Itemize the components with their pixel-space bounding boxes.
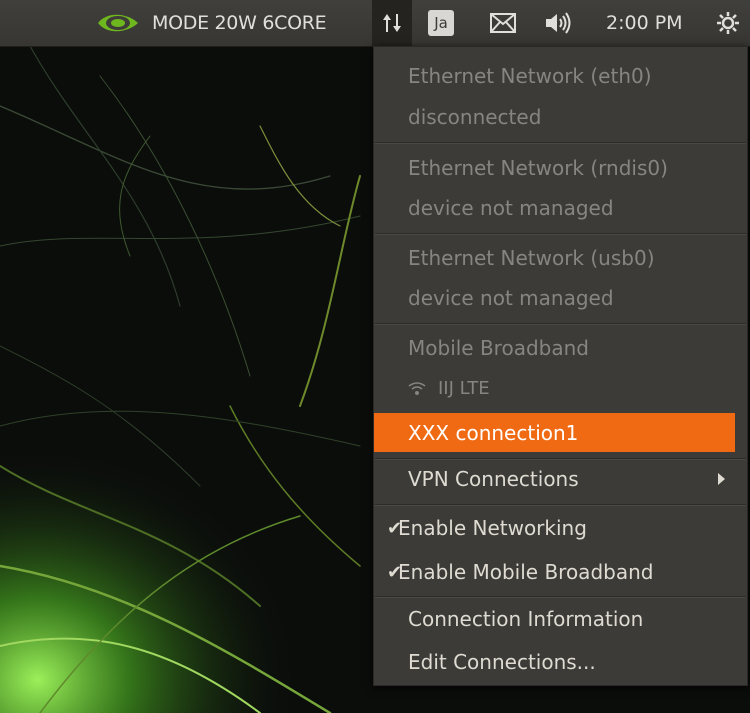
input-method-label: Ja <box>428 10 454 36</box>
enable-mobile-label: Enable Mobile Broadband <box>398 560 654 584</box>
volume-icon[interactable] <box>544 0 572 46</box>
mail-icon[interactable] <box>490 0 516 46</box>
usb0-header: Ethernet Network (usb0) <box>408 246 655 270</box>
eth0-status: disconnected <box>408 105 542 129</box>
mobile-connection-item[interactable]: IIJ LTE <box>374 366 747 410</box>
mobile-broadband-header: Mobile Broadband <box>408 336 589 360</box>
signal-icon <box>408 382 426 395</box>
enable-mobile-broadband-item[interactable]: ✔ Enable Mobile Broadband <box>374 550 747 594</box>
checkmark-icon: ✔ <box>387 517 403 539</box>
menu-separator <box>375 142 746 143</box>
rndis0-header: Ethernet Network (rndis0) <box>408 156 668 180</box>
submenu-arrow-icon <box>718 473 725 485</box>
mobile-connection-label: IIJ LTE <box>438 377 490 399</box>
clock[interactable]: 2:00 PM <box>606 0 683 46</box>
rndis0-status: device not managed <box>408 196 614 220</box>
eth0-header: Ethernet Network (eth0) <box>408 64 652 88</box>
connection-item-selected[interactable]: XXX connection1 <box>374 413 735 452</box>
vpn-connections-item[interactable]: VPN Connections <box>374 457 747 501</box>
enable-networking-item[interactable]: ✔ Enable Networking <box>374 506 747 550</box>
usb0-status: device not managed <box>408 286 614 310</box>
input-method-indicator[interactable]: Ja <box>428 0 454 46</box>
menu-separator <box>375 233 746 234</box>
top-panel: MODE 20W 6CORE Ja 2:00 PM <box>0 0 750 47</box>
network-menu: Ethernet Network (eth0) disconnected Eth… <box>373 46 748 686</box>
connection-information-item[interactable]: Connection Information <box>374 597 747 641</box>
power-icon[interactable] <box>716 0 740 46</box>
enable-networking-label: Enable Networking <box>398 516 587 540</box>
checkmark-icon: ✔ <box>387 561 403 583</box>
power-mode-indicator[interactable]: MODE 20W 6CORE <box>152 0 327 46</box>
vpn-label: VPN Connections <box>408 467 579 491</box>
menu-separator <box>375 323 746 324</box>
menu-separator <box>375 504 746 505</box>
edit-connections-item[interactable]: Edit Connections... <box>374 640 747 684</box>
nvidia-logo-icon[interactable] <box>96 0 140 46</box>
connection-label: XXX connection1 <box>408 420 579 445</box>
network-updown-icon[interactable] <box>372 0 412 46</box>
